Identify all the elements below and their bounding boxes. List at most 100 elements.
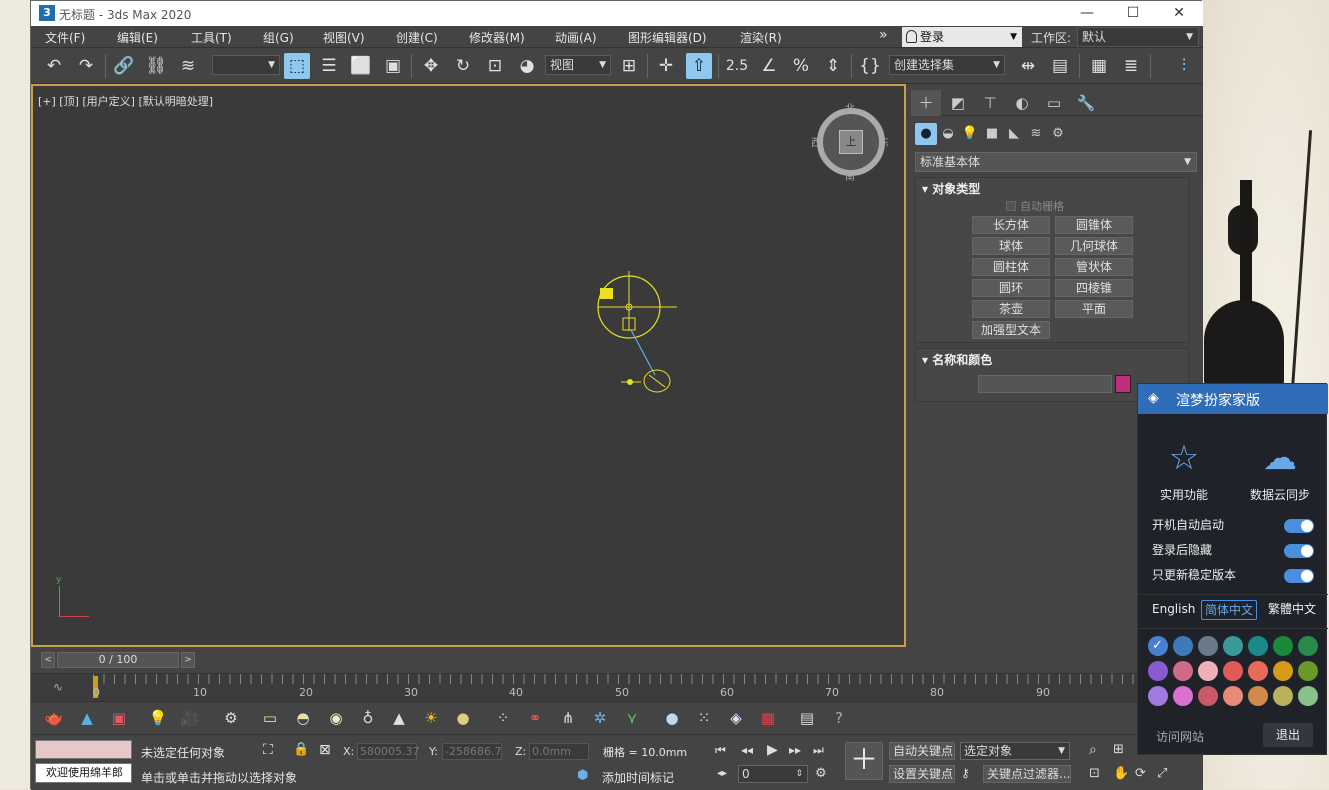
menu-modifiers[interactable]: 修改器(M) bbox=[469, 29, 525, 46]
space-warps-icon[interactable]: ≋ bbox=[1025, 123, 1047, 145]
plane-light-icon[interactable]: ▭ bbox=[259, 707, 281, 729]
object-name-input[interactable] bbox=[978, 375, 1112, 393]
place-icon[interactable]: ◕ bbox=[514, 53, 540, 79]
camera-create-icon[interactable]: 🎥 bbox=[179, 707, 201, 729]
viewcube-face[interactable]: 上 bbox=[839, 130, 863, 154]
welcome-text[interactable]: 欢迎使用绵羊郎 bbox=[35, 763, 132, 783]
lang-traditional-chinese[interactable]: 繁體中文 bbox=[1265, 600, 1319, 620]
cameras-icon[interactable]: ■ bbox=[981, 123, 1003, 145]
theme-color-dot[interactable] bbox=[1148, 636, 1168, 656]
box-button[interactable]: 长方体 bbox=[972, 216, 1050, 234]
named-selection-set-select[interactable]: 创建选择集 ▼ bbox=[889, 55, 1005, 75]
theme-color-dot[interactable] bbox=[1173, 661, 1193, 681]
snap-toggle-icon[interactable]: 2.5 bbox=[724, 53, 750, 79]
select-object-icon[interactable]: ⬚ bbox=[284, 53, 310, 79]
plane-button[interactable]: 平面 bbox=[1055, 300, 1133, 318]
theme-color-dot[interactable] bbox=[1148, 686, 1168, 706]
environment-icon[interactable]: ▲ bbox=[76, 707, 98, 729]
sphere-light-icon[interactable]: ◉ bbox=[325, 707, 347, 729]
prev-frame-arrow-icon[interactable]: < bbox=[41, 652, 55, 668]
shapes-icon[interactable]: ◒ bbox=[937, 123, 959, 145]
unlink-icon[interactable]: ⛓ bbox=[143, 53, 169, 79]
dome-light-icon[interactable]: ◓ bbox=[292, 707, 314, 729]
curve-editor-icon[interactable]: ∿ bbox=[53, 680, 63, 694]
grid-helper-icon[interactable]: ⋔ bbox=[557, 707, 579, 729]
theme-color-dot[interactable] bbox=[1273, 661, 1293, 681]
percent-snap-icon[interactable]: % bbox=[788, 53, 814, 79]
scene-light-object[interactable] bbox=[593, 271, 713, 401]
key-filter-icon[interactable]: ⚷ bbox=[961, 766, 970, 780]
theme-color-dot[interactable] bbox=[1223, 661, 1243, 681]
menu-edit[interactable]: 编辑(E) bbox=[117, 29, 158, 46]
next-frame-arrow-icon[interactable]: > bbox=[181, 652, 195, 668]
bind-spacewarp-icon[interactable]: ≋ bbox=[175, 53, 201, 79]
orbit-icon[interactable]: ⟳ bbox=[1135, 766, 1146, 781]
autostart-toggle[interactable] bbox=[1284, 519, 1314, 533]
undo-icon[interactable]: ↶ bbox=[41, 53, 67, 79]
pyramid-button[interactable]: 四棱锥 bbox=[1055, 279, 1133, 297]
move-icon[interactable]: ✥ bbox=[418, 53, 444, 79]
menu-group[interactable]: 组(G) bbox=[263, 29, 294, 46]
go-to-end-icon[interactable]: ⏭ bbox=[813, 743, 824, 758]
geosphere-button[interactable]: 几何球体 bbox=[1055, 237, 1133, 255]
help-icon[interactable]: ? bbox=[828, 707, 850, 729]
menu-overflow-icon[interactable]: » bbox=[879, 27, 888, 43]
link-icon[interactable]: 🔗 bbox=[111, 53, 137, 79]
mirror-icon[interactable]: ⇹ bbox=[1015, 53, 1041, 79]
time-tag-icon[interactable]: ⬢ bbox=[577, 768, 588, 783]
helpers-icon[interactable]: ◣ bbox=[1003, 123, 1025, 145]
menu-view[interactable]: 视图(V) bbox=[323, 29, 365, 46]
lights-icon[interactable]: 💡 bbox=[959, 123, 981, 145]
torus-button[interactable]: 圆环 bbox=[972, 279, 1050, 297]
redo-icon[interactable]: ↷ bbox=[73, 53, 99, 79]
motion-tab-icon[interactable]: ◐ bbox=[1007, 90, 1037, 116]
ies-light-icon[interactable]: ♁ bbox=[357, 707, 379, 729]
text-plus-button[interactable]: 加强型文本 bbox=[972, 321, 1050, 339]
edit-named-selection-icon[interactable]: {} bbox=[857, 53, 883, 79]
render-frame-icon[interactable]: ▣ bbox=[108, 707, 130, 729]
hide-after-login-toggle[interactable] bbox=[1284, 544, 1314, 558]
visit-website-link[interactable]: 访问网站 bbox=[1156, 728, 1204, 745]
particles-icon[interactable]: ⚭ bbox=[524, 707, 546, 729]
theme-color-dot[interactable] bbox=[1248, 661, 1268, 681]
workspace-select[interactable]: 默认 ▼ bbox=[1077, 27, 1199, 47]
cloud-sync-button[interactable]: ☁ 数据云同步 bbox=[1240, 434, 1320, 503]
angle-snap-icon[interactable]: ∠ bbox=[756, 53, 782, 79]
sun-icon[interactable]: ☀ bbox=[420, 707, 442, 729]
zoom-icon[interactable]: ⌕ bbox=[1089, 742, 1097, 758]
current-frame-field[interactable]: 0 ⇕ bbox=[738, 765, 808, 783]
reference-coord-select[interactable]: 视图 ▼ bbox=[545, 55, 611, 75]
theme-color-dot[interactable] bbox=[1248, 636, 1268, 656]
keyboard-shortcut-override-icon[interactable]: ⇧ bbox=[686, 53, 712, 79]
pan-icon[interactable]: ✋ bbox=[1113, 766, 1129, 781]
object-color-swatch[interactable] bbox=[1115, 375, 1131, 393]
theme-color-dot[interactable] bbox=[1198, 636, 1218, 656]
systems-icon[interactable]: ⚙ bbox=[1047, 123, 1069, 145]
theme-color-dot[interactable] bbox=[1273, 686, 1293, 706]
rotate-icon[interactable]: ↻ bbox=[450, 53, 476, 79]
viewport-label[interactable]: [+] [顶] [用户定义] [默认明暗处理] bbox=[38, 93, 213, 109]
play-icon[interactable]: ▶ bbox=[767, 742, 778, 758]
menu-rendering[interactable]: 渲染(R) bbox=[740, 29, 782, 46]
minimize-button[interactable]: — bbox=[1071, 3, 1103, 23]
isolate-icon[interactable]: ⛶ bbox=[263, 742, 273, 758]
window-crossing-icon[interactable]: ▣ bbox=[380, 53, 406, 79]
theme-color-dot[interactable] bbox=[1298, 661, 1318, 681]
go-to-start-icon[interactable]: ⏮ bbox=[715, 743, 726, 758]
gear-icon[interactable]: ✲ bbox=[589, 707, 611, 729]
pivot-center-icon[interactable]: ⊞ bbox=[616, 53, 642, 79]
theme-color-dot[interactable] bbox=[1223, 686, 1243, 706]
ambient-light-icon[interactable]: ● bbox=[452, 707, 474, 729]
modify-tab-icon[interactable]: ◩ bbox=[943, 90, 973, 116]
batch-render-icon[interactable]: ▤ bbox=[796, 707, 818, 729]
theme-color-dot[interactable] bbox=[1298, 686, 1318, 706]
viewcube[interactable]: 上 bbox=[817, 108, 885, 176]
menu-file[interactable]: 文件(F) bbox=[45, 29, 85, 46]
scale-icon[interactable]: ⊡ bbox=[482, 53, 508, 79]
lock-icon[interactable]: 🔒 bbox=[293, 742, 309, 757]
theme-color-dot[interactable] bbox=[1173, 686, 1193, 706]
lang-simplified-chinese[interactable]: 简体中文 bbox=[1201, 600, 1258, 620]
y-coord-field[interactable]: -258686.7 bbox=[442, 743, 502, 760]
light-create-icon[interactable]: 💡 bbox=[147, 707, 169, 729]
utility-feature-button[interactable]: ☆ 实用功能 bbox=[1144, 434, 1224, 503]
